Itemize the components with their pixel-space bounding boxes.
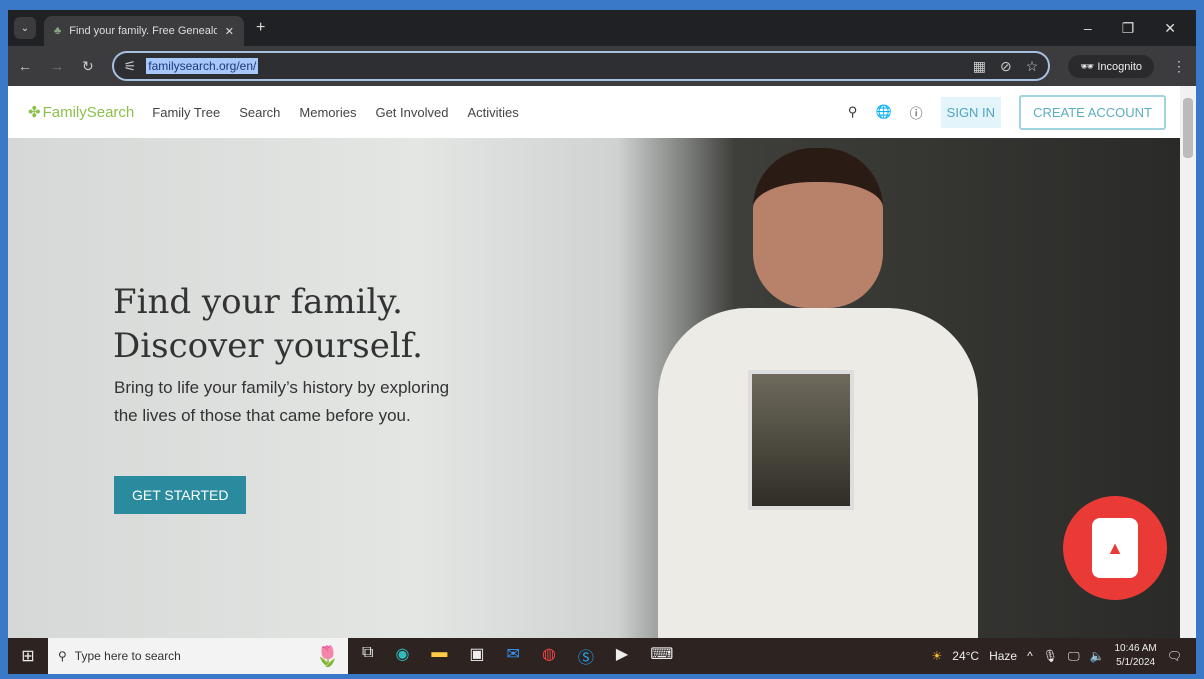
- hero-photo-old-portrait: [748, 370, 854, 510]
- skype-icon[interactable]: Ⓢ: [578, 644, 594, 668]
- network-icon[interactable]: 🖵: [1068, 649, 1080, 664]
- get-started-button[interactable]: GET STARTED: [114, 476, 247, 514]
- logo-text: FamilySearch: [42, 103, 135, 121]
- nav-memories[interactable]: Memories: [299, 105, 356, 120]
- flowers-icon: 🌷: [315, 645, 340, 668]
- minimize-button[interactable]: –: [1084, 20, 1092, 37]
- close-tab-icon[interactable]: ✕: [225, 25, 234, 38]
- incognito-label: Incognito: [1097, 60, 1142, 73]
- qr-code-icon[interactable]: ▦: [973, 58, 986, 75]
- web-page: ✤ FamilySearch Family Tree Search Memorie…: [8, 86, 1180, 638]
- forward-button[interactable]: →: [50, 58, 64, 74]
- help-icon[interactable]: ⓘ: [910, 103, 923, 122]
- windows-taskbar: ⊞ ⚲ Type here to search 🌷 ⧉ ◉ ▬ ▣ ✉ ◍ Ⓢ …: [8, 638, 1196, 674]
- globe-icon[interactable]: 🌐: [875, 104, 891, 120]
- task-view-icon[interactable]: ⧉: [362, 644, 373, 668]
- tray-chevron-icon[interactable]: ^: [1027, 649, 1033, 663]
- mail-icon[interactable]: ✉: [507, 644, 520, 668]
- tree-logo-icon: ✤: [28, 104, 41, 121]
- volume-icon[interactable]: 🔈: [1090, 649, 1105, 663]
- site-settings-icon[interactable]: ⚟: [124, 58, 137, 75]
- nav-activities[interactable]: Activities: [467, 105, 518, 120]
- back-button[interactable]: ←: [18, 58, 32, 74]
- notifications-icon[interactable]: 🗨: [1167, 649, 1182, 663]
- record-triangle-icon: ▲: [1092, 518, 1138, 578]
- hero-photo-face: [753, 148, 883, 308]
- address-bar[interactable]: ⚟ familysearch.org/en/ ▦ ⊘ ☆: [111, 51, 1051, 81]
- nav-get-involved[interactable]: Get Involved: [375, 105, 448, 120]
- tab-search-button[interactable]: ⌄: [14, 17, 36, 39]
- eye-off-icon[interactable]: ⊘: [1000, 58, 1012, 75]
- incognito-icon: 🕶: [1080, 60, 1098, 73]
- browser-window: ⌄ ♣ Find your family. Free Genealog ✕ + …: [8, 10, 1196, 638]
- restore-button[interactable]: ❐: [1122, 20, 1135, 37]
- screen-recorder-button[interactable]: ▲: [1063, 496, 1167, 600]
- familysearch-logo[interactable]: ✤ FamilySearch: [28, 103, 135, 122]
- incognito-badge[interactable]: 🕶 Incognito: [1068, 54, 1154, 78]
- site-header: ✤ FamilySearch Family Tree Search Memorie…: [8, 86, 1180, 138]
- tree-favicon-icon: ♣: [54, 25, 62, 37]
- file-explorer-icon[interactable]: ▬: [431, 644, 447, 668]
- close-window-button[interactable]: ✕: [1164, 20, 1176, 37]
- location-pin-icon[interactable]: ⚲: [848, 104, 858, 120]
- nav-family-tree[interactable]: Family Tree: [152, 105, 220, 120]
- store-icon[interactable]: ▣: [469, 644, 484, 668]
- page-scrollbar[interactable]: [1180, 86, 1196, 638]
- sign-in-button[interactable]: SIGN IN: [940, 96, 1002, 128]
- tab-active[interactable]: ♣ Find your family. Free Genealog ✕: [44, 16, 244, 46]
- url-text[interactable]: familysearch.org/en/: [146, 58, 259, 74]
- windows-start-icon[interactable]: ⊞: [8, 646, 48, 666]
- chrome-icon[interactable]: ◍: [542, 644, 556, 668]
- weather-icon[interactable]: ☀: [932, 649, 943, 663]
- reload-button[interactable]: ↻: [82, 58, 94, 75]
- menu-kebab-icon[interactable]: ⋮: [1172, 58, 1186, 75]
- create-account-button[interactable]: CREATE ACCOUNT: [1019, 94, 1166, 130]
- tab-strip: ⌄ ♣ Find your family. Free Genealog ✕ + …: [8, 10, 1196, 46]
- taskbar-search-placeholder: Type here to search: [74, 649, 181, 663]
- hero-subtitle: Bring to life your family’s history by e…: [114, 378, 450, 425]
- tab-title: Find your family. Free Genealog: [69, 25, 217, 37]
- bookmark-star-icon[interactable]: ☆: [1026, 58, 1039, 75]
- edge-icon[interactable]: ◉: [395, 644, 409, 668]
- hero-section: Find your family. Discover yourself. Brin…: [8, 138, 1180, 638]
- hero-title: Find your family. Discover yourself.: [113, 282, 423, 366]
- taskbar-search[interactable]: ⚲ Type here to search 🌷: [48, 638, 348, 674]
- clock[interactable]: 10:46 AM 5/1/2024: [1115, 642, 1157, 670]
- new-tab-button[interactable]: +: [256, 19, 265, 37]
- weather-desc[interactable]: Haze: [989, 649, 1017, 663]
- nav-search[interactable]: Search: [239, 105, 280, 120]
- media-player-icon[interactable]: ▶: [616, 644, 628, 668]
- microphone-icon[interactable]: 🎙: [1043, 649, 1058, 663]
- terminal-icon[interactable]: ⌨: [650, 644, 673, 668]
- search-icon: ⚲: [58, 649, 67, 663]
- browser-toolbar: ← → ↻ ⚟ familysearch.org/en/ ▦ ⊘ ☆ 🕶 Inc…: [8, 46, 1196, 86]
- weather-temp[interactable]: 24°C: [952, 649, 979, 663]
